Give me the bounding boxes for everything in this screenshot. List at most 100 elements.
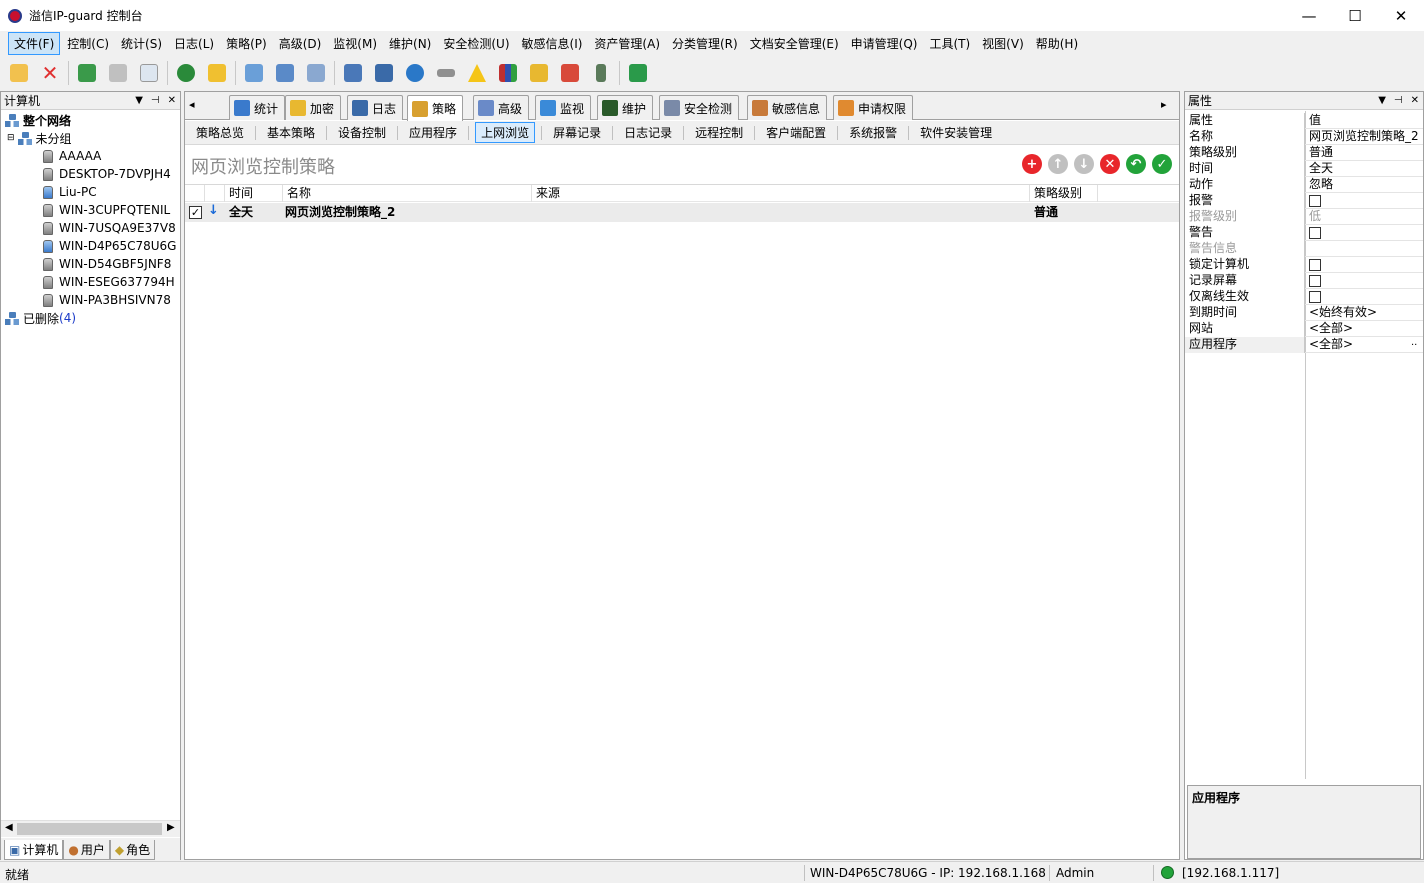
scroll-left-icon[interactable]: ◀ <box>5 822 13 833</box>
menu-security-check[interactable]: 安全检测(U) <box>438 33 514 54</box>
edit-icon[interactable] <box>557 60 583 86</box>
menu-help[interactable]: 帮助(H) <box>1031 33 1083 54</box>
tab-maintain[interactable]: 维护 <box>597 95 654 120</box>
menu-tools[interactable]: 工具(T) <box>924 33 975 54</box>
record-screen-checkbox[interactable] <box>1309 275 1321 287</box>
property-row[interactable]: 锁定计算机 <box>1185 257 1423 273</box>
tab-apply-permission[interactable]: 申请权限 <box>833 95 914 120</box>
subtab-device-control[interactable]: 设备控制 <box>333 123 391 142</box>
scroll-right-icon[interactable]: ▶ <box>167 822 175 833</box>
subtab-system-alert[interactable]: 系统报警 <box>844 123 902 142</box>
tab-monitor[interactable]: 监视 <box>535 95 592 120</box>
property-row[interactable]: 动作 忽略 <box>1185 177 1423 193</box>
tree-computer[interactable]: Liu-PC <box>43 183 97 201</box>
import-icon[interactable] <box>74 60 100 86</box>
delete-button[interactable]: ✕ <box>1100 154 1120 174</box>
disk-icon[interactable] <box>433 60 459 86</box>
panel-close-icon[interactable]: ✕ <box>1411 95 1419 106</box>
menu-view[interactable]: 视图(V) <box>977 33 1029 54</box>
apply-button[interactable]: ✓ <box>1152 154 1172 174</box>
menu-policy[interactable]: 策略(P) <box>221 33 272 54</box>
tree-computer[interactable]: WIN-PA3BHSIVN78 <box>43 291 171 309</box>
menu-doc-security[interactable]: 文档安全管理(E) <box>745 33 844 54</box>
maximize-button[interactable]: ☐ <box>1332 0 1378 31</box>
tree-computer[interactable]: WIN-7USQA9E37V8 <box>43 219 176 237</box>
warning-icon[interactable] <box>464 60 490 86</box>
tab-policy[interactable]: 策略 <box>407 95 464 121</box>
lock-computer-checkbox[interactable] <box>1309 259 1321 271</box>
inventory-icon[interactable] <box>371 60 397 86</box>
property-row[interactable]: 到期时间 <始终有效> <box>1185 305 1423 321</box>
ellipsis-button[interactable]: .. <box>1411 337 1417 348</box>
tree-deleted[interactable]: 已删除 (4) <box>5 309 76 327</box>
horizontal-scrollbar[interactable]: ◀ ▶ <box>1 820 180 837</box>
menu-classification[interactable]: 分类管理(R) <box>667 33 743 54</box>
property-row[interactable]: 警告 <box>1185 225 1423 241</box>
tab-computers[interactable]: ▣ 计算机 <box>4 840 64 860</box>
menu-sensitive-info[interactable]: 敏感信息(I) <box>517 33 588 54</box>
col-level[interactable]: 策略级别 <box>1030 185 1098 202</box>
menu-asset[interactable]: 资产管理(A) <box>589 33 665 54</box>
tab-scroll-left-icon[interactable]: ◂ <box>189 98 195 111</box>
tree-computer[interactable]: WIN-D54GBF5JNF8 <box>43 255 171 273</box>
pin-icon[interactable]: ⊣ <box>1394 95 1403 106</box>
dropdown-icon[interactable]: ▼ <box>135 95 143 106</box>
offline-only-checkbox[interactable] <box>1309 291 1321 303</box>
tab-log[interactable]: 日志 <box>347 95 404 120</box>
computers-icon[interactable] <box>340 60 366 86</box>
device-icon[interactable] <box>588 60 614 86</box>
panel-close-icon[interactable]: ✕ <box>168 95 176 106</box>
property-row[interactable]: 名称 网页浏览控制策略_2 <box>1185 129 1423 145</box>
collapse-icon[interactable]: ⊟ <box>7 133 15 143</box>
delete-icon[interactable]: ✕ <box>37 60 63 86</box>
alert-checkbox[interactable] <box>1309 195 1321 207</box>
menu-monitor[interactable]: 监视(M) <box>328 33 382 54</box>
col-source[interactable]: 来源 <box>532 185 1030 202</box>
menu-statistics[interactable]: 统计(S) <box>116 33 167 54</box>
copy-icon[interactable] <box>241 60 267 86</box>
subtab-application[interactable]: 应用程序 <box>404 123 462 142</box>
print-icon[interactable] <box>105 60 131 86</box>
menu-control[interactable]: 控制(C) <box>62 33 114 54</box>
books-icon[interactable] <box>495 60 521 86</box>
col-name[interactable]: 名称 <box>283 185 532 202</box>
tree-computer[interactable]: WIN-ESEG637794H <box>43 273 175 291</box>
subtab-log-record[interactable]: 日志记录 <box>619 123 677 142</box>
close-button[interactable]: ✕ <box>1378 0 1424 31</box>
help-icon[interactable] <box>173 60 199 86</box>
subtab-overview[interactable]: 策略总览 <box>191 123 249 142</box>
menu-log[interactable]: 日志(L) <box>169 33 219 54</box>
move-up-button[interactable]: ↑ <box>1048 154 1068 174</box>
undo-button[interactable]: ↶ <box>1126 154 1146 174</box>
tree-root[interactable]: 整个网络 <box>5 111 71 129</box>
tree-computer[interactable]: AAAAA <box>43 147 101 165</box>
print-preview-icon[interactable] <box>136 60 162 86</box>
tab-scroll-right-icon[interactable]: ▸ <box>1161 98 1167 111</box>
new-icon[interactable] <box>6 60 32 86</box>
property-row-selected[interactable]: 应用程序 <全部>.. <box>1185 337 1423 353</box>
minimize-button[interactable]: — <box>1286 0 1332 31</box>
subtab-web-browsing[interactable]: 上网浏览 <box>475 122 536 143</box>
tree-computer[interactable]: DESKTOP-7DVPJH4 <box>43 165 171 183</box>
tree-group[interactable]: ⊟ 未分组 <box>7 129 72 147</box>
subtab-client-config[interactable]: 客户端配置 <box>761 123 831 142</box>
pin-icon[interactable]: ⊣ <box>151 95 160 106</box>
move-down-button[interactable]: ↓ <box>1074 154 1094 174</box>
tab-roles[interactable]: ◆ 角色 <box>109 840 156 860</box>
export-icon[interactable] <box>303 60 329 86</box>
menu-application[interactable]: 申请管理(Q) <box>846 33 923 54</box>
property-row[interactable]: 策略级别 普通 <box>1185 145 1423 161</box>
refresh-icon[interactable] <box>625 60 651 86</box>
property-row[interactable]: 时间 全天 <box>1185 161 1423 177</box>
property-row[interactable]: 仅离线生效 <box>1185 289 1423 305</box>
warning-checkbox[interactable] <box>1309 227 1321 239</box>
lock-icon[interactable] <box>526 60 552 86</box>
scroll-thumb[interactable] <box>17 823 162 835</box>
property-row[interactable]: 记录屏幕 <box>1185 273 1423 289</box>
row-checkbox[interactable]: ✓ <box>189 206 202 219</box>
col-time[interactable]: 时间 <box>225 185 283 202</box>
property-row[interactable]: 网站 <全部> <box>1185 321 1423 337</box>
dropdown-icon[interactable]: ▼ <box>1378 95 1386 106</box>
subtab-basic[interactable]: 基本策略 <box>262 123 320 142</box>
tab-security-check[interactable]: 安全检测 <box>659 95 740 120</box>
